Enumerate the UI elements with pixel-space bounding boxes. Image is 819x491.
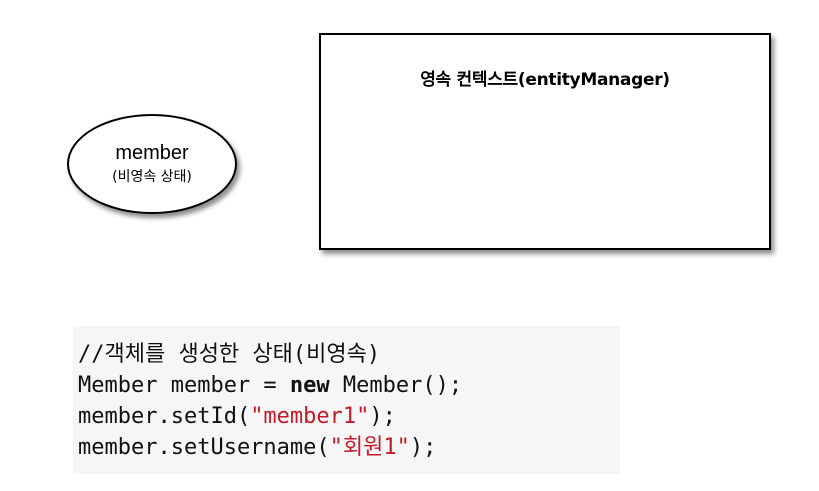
code-keyword-new: new <box>289 373 330 398</box>
code-text: ); <box>369 404 396 429</box>
code-text: Member(); <box>329 373 463 398</box>
code-text: member.setId( <box>78 404 251 429</box>
persistence-context-box: 영속 컨텍스트(entityManager) <box>319 33 771 250</box>
code-line-set-username: member.setUsername("회원1"); <box>78 432 620 463</box>
code-text: member.setUsername( <box>78 435 330 460</box>
entity-state-label: (비영속 상태) <box>112 169 192 185</box>
code-line-new-member: Member member = new Member(); <box>78 370 620 401</box>
entity-name: member <box>115 142 189 164</box>
member-entity-ellipse: member (비영속 상태) <box>67 114 237 214</box>
code-block: //객체를 생성한 상태(비영속) Member member = new Me… <box>73 326 620 474</box>
code-string-literal: "회원1" <box>329 435 410 460</box>
code-line-set-id: member.setId("member1"); <box>78 401 620 432</box>
code-text: ); <box>409 435 437 460</box>
code-comment-line: //객체를 생성한 상태(비영속) <box>78 342 381 367</box>
code-string-literal: "member1" <box>250 404 370 429</box>
code-text: Member member = <box>78 373 290 398</box>
persistence-context-title: 영속 컨텍스트(entityManager) <box>420 70 670 90</box>
